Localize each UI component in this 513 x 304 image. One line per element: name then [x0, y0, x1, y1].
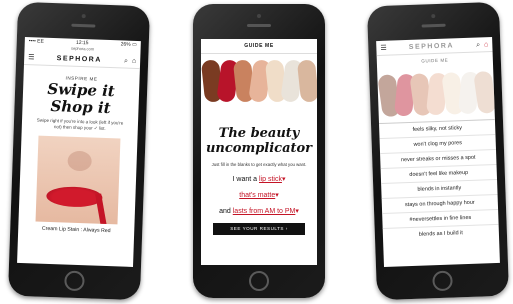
page-title-line1: The beauty — [218, 126, 300, 141]
guide-header: GUIDE ME — [201, 39, 317, 54]
battery-label: 26% ▭ — [120, 40, 137, 48]
camera-icon — [431, 14, 436, 19]
page-title-line2: uncomplicator — [205, 141, 313, 156]
earpiece — [247, 24, 271, 27]
swatch — [473, 70, 497, 115]
makeup-swatches — [201, 56, 317, 106]
product-type-dropdown[interactable]: lip stick — [259, 176, 282, 183]
site-header: ☰ SEPHORA ⌕ ⌂ — [376, 37, 493, 57]
camera-icon — [257, 14, 261, 18]
earpiece — [71, 23, 96, 28]
lip-stain-wand — [95, 193, 107, 225]
home-button[interactable] — [249, 271, 269, 291]
phone-guide-me: GUIDE ME The beauty uncomplicator Just f… — [193, 4, 325, 298]
screen-options: ☰ SEPHORA ⌕ ⌂ GUIDE ME feels silky, not … — [376, 37, 500, 267]
red-lips — [46, 185, 103, 208]
instructions-text: Swipe right if you're into a look (left … — [36, 117, 124, 131]
line3-prefix: and — [219, 208, 231, 215]
guide-header: GUIDE ME — [421, 57, 449, 64]
sentence-line-3: and lasts from AM to PM▾ — [201, 207, 317, 215]
sentence-line-2: that's matte▾ — [201, 191, 317, 199]
lips-photo-card[interactable] — [35, 135, 121, 225]
camera-icon — [81, 14, 86, 19]
finish-dropdown[interactable]: that's matte — [239, 192, 275, 199]
search-icon[interactable]: ⌕ — [476, 41, 480, 48]
wear-dropdown[interactable]: lasts from AM to PM — [233, 208, 296, 215]
option-item[interactable]: blends as I build it — [382, 223, 500, 243]
chevron-down-icon[interactable]: ▾ — [275, 192, 279, 199]
option-list: feels silky, not sticky won't clog my por… — [378, 118, 500, 243]
home-button[interactable] — [432, 270, 453, 292]
nose-shading — [67, 150, 92, 172]
screen-inspire-me: •••• EE 12:15 26% ▭ sephora.com ☰ SEPHOR… — [17, 37, 141, 267]
site-header: ☰ SEPHORA ⌕ ⌂ — [23, 50, 141, 70]
basket-icon[interactable]: ⌂ — [484, 41, 488, 48]
swatch — [296, 59, 317, 103]
clock: 12:15 — [75, 39, 89, 46]
sephora-logo[interactable]: SEPHORA — [57, 55, 102, 64]
search-icon[interactable]: ⌕ — [124, 57, 128, 64]
earpiece — [421, 23, 446, 28]
chevron-down-icon[interactable]: ▾ — [295, 208, 299, 215]
sephora-logo[interactable]: SEPHORA — [409, 42, 454, 51]
chevron-down-icon[interactable]: ▾ — [282, 176, 286, 183]
basket-icon[interactable]: ⌂ — [132, 57, 136, 64]
phone-inspire-me: •••• EE 12:15 26% ▭ sephora.com ☰ SEPHOR… — [7, 1, 151, 301]
sentence-line-1: I want a lip stick▾ — [201, 175, 317, 183]
faded-swatches — [377, 67, 497, 123]
screen-guide-me: GUIDE ME The beauty uncomplicator Just f… — [201, 39, 317, 265]
menu-icon[interactable]: ☰ — [28, 54, 35, 61]
menu-icon[interactable]: ☰ — [380, 44, 387, 51]
phone-options: ☰ SEPHORA ⌕ ⌂ GUIDE ME feels silky, not … — [366, 1, 510, 301]
product-caption[interactable]: Cream Lip Stain : Always Red — [18, 225, 134, 235]
carrier-label: •••• EE — [28, 37, 44, 45]
fill-hint: Just fill in the blanks to get exactly w… — [211, 162, 307, 167]
page-title-line2: Shop it — [50, 96, 111, 118]
see-results-button[interactable]: SEE YOUR RESULTS › — [213, 223, 305, 235]
home-button[interactable] — [64, 270, 85, 292]
line1-prefix: I want a — [232, 176, 258, 183]
